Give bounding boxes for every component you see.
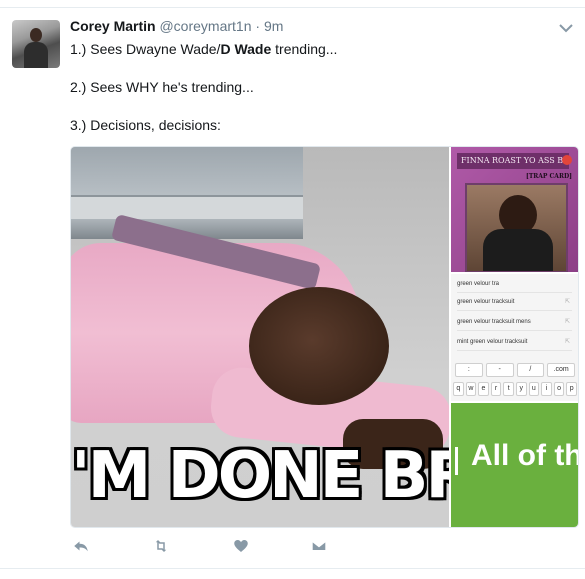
meme-image[interactable]: 'M DONE BRU [71, 147, 449, 527]
key: p [566, 382, 577, 396]
key: .com [547, 363, 575, 377]
keyboard-row-letters: q w e r t y u i o p [453, 382, 577, 396]
search-row: green velour tracksuit mens ⇱ [457, 314, 572, 331]
key: i [541, 382, 552, 396]
author-name[interactable]: Corey Martin [70, 18, 156, 34]
hashtag-d-wade[interactable]: D Wade [220, 41, 271, 57]
key: t [503, 382, 514, 396]
heart-icon[interactable] [230, 536, 252, 556]
tweet-header: Corey Martin @coreymart1n · 9m [70, 18, 283, 34]
search-screenshot-image[interactable]: green velour tra green velour tracksuit ⇱… [451, 274, 578, 401]
key: y [515, 382, 527, 396]
tweet-text: 1.) Sees Dwayne Wade/D Wade trending... … [70, 39, 337, 135]
key: q [453, 382, 464, 396]
meme-caption: 'M DONE BRU [71, 439, 449, 513]
key: u [528, 382, 540, 396]
avatar[interactable] [12, 20, 60, 68]
key: : [455, 363, 483, 377]
side-images: FINNA ROAST YO ASS BOI [TRAP CARD] green… [451, 147, 578, 527]
tweet-line-1: 1.) Sees Dwayne Wade/D Wade trending... [70, 41, 338, 57]
bottom-divider [0, 568, 585, 569]
card-badge-icon [562, 155, 572, 165]
media-grid: 'M DONE BRU FINNA ROAST YO ASS BOI [TRAP… [70, 146, 579, 528]
key: / [516, 363, 545, 377]
retweet-icon[interactable] [150, 536, 172, 556]
key: o [553, 382, 565, 396]
tweet-line-2: 2.) Sees WHY he's trending... [70, 79, 254, 95]
key: - [485, 363, 514, 377]
key: r [490, 382, 502, 396]
search-row: green velour tra [457, 276, 572, 293]
reply-icon[interactable] [70, 536, 92, 556]
search-row: green velour tracksuit ⇱ [457, 294, 572, 311]
green-image-text: All of th [471, 439, 579, 472]
key: w [465, 382, 477, 396]
tweet[interactable]: Corey Martin @coreymart1n · 9m 1.) Sees … [0, 8, 585, 568]
author-handle[interactable]: @coreymart1n [159, 18, 251, 34]
key: e [478, 382, 489, 396]
chevron-down-icon[interactable] [559, 20, 573, 36]
separator-dot: · [255, 18, 261, 34]
trap-card-image[interactable]: FINNA ROAST YO ASS BOI [TRAP CARD] [451, 147, 578, 272]
green-text-image[interactable]: All of th [451, 403, 578, 527]
top-divider [0, 0, 585, 8]
search-row: mint green velour tracksuit ⇱ [457, 334, 572, 351]
card-art [465, 183, 568, 272]
envelope-icon[interactable] [308, 536, 330, 556]
tweet-line-3: 3.) Decisions, decisions: [70, 117, 221, 133]
tweet-actions [70, 536, 490, 556]
card-title: FINNA ROAST YO ASS BOI [457, 153, 569, 169]
timestamp[interactable]: 9m [264, 18, 283, 34]
card-subtitle: [TRAP CARD] [525, 173, 572, 180]
keyboard-row-symbols: : - / .com [455, 363, 575, 377]
